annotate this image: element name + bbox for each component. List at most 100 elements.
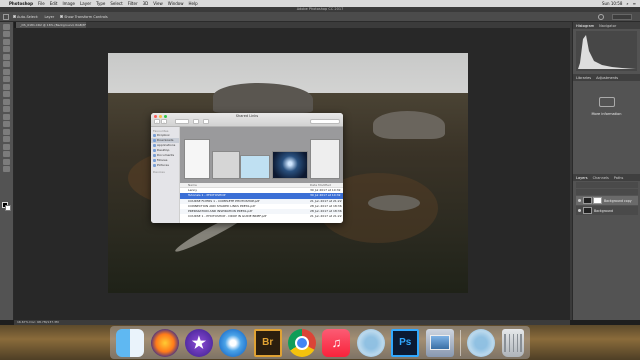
tab-libraries[interactable]: Libraries: [576, 76, 591, 80]
library-icon: [599, 97, 615, 107]
menu-select[interactable]: Select: [110, 1, 122, 6]
workspace-switcher[interactable]: [612, 14, 632, 20]
menu-view[interactable]: View: [153, 1, 163, 6]
thumbnail-selected[interactable]: [272, 151, 308, 179]
desktop-screen: Photoshop File Edit Image Layer Type Sel…: [0, 0, 640, 360]
tab-channels[interactable]: Channels: [593, 176, 609, 180]
app-circle-icon[interactable]: [356, 328, 385, 357]
gradient-tool-icon[interactable]: [3, 106, 10, 112]
move-tool-icon[interactable]: [3, 13, 9, 20]
menu-photoshop[interactable]: Photoshop: [9, 1, 33, 6]
layer-mask-thumbnail[interactable]: [593, 197, 602, 204]
libraries-panel: More information: [573, 81, 640, 141]
right-panels: Histogram Navigator Libraries Adjustment…: [572, 22, 640, 320]
eye-icon[interactable]: [578, 199, 581, 202]
finder-search-input[interactable]: [310, 119, 340, 124]
menu-help[interactable]: Help: [189, 1, 198, 6]
thumbnail-document[interactable]: [184, 139, 210, 179]
imovie-icon[interactable]: ★: [184, 328, 213, 357]
photo-boulder: [368, 195, 420, 211]
options-bar: Auto-Select: Layer Show Transform Contro…: [0, 12, 640, 22]
transform-controls-option[interactable]: Show Transform Controls: [60, 15, 108, 19]
clock[interactable]: Sun 10:58: [602, 1, 622, 6]
tab-paths[interactable]: Paths: [614, 176, 624, 180]
menu-3d[interactable]: 3D: [143, 1, 149, 6]
histogram-graph: [578, 35, 636, 69]
move-tool-icon[interactable]: [3, 23, 10, 30]
zoom-tool-icon[interactable]: [3, 166, 10, 172]
menu-edit[interactable]: Edit: [50, 1, 58, 6]
itunes-icon[interactable]: ♫: [322, 328, 351, 357]
layer-row[interactable]: Background: [576, 206, 638, 215]
back-button[interactable]: ‹: [154, 119, 160, 124]
action-button[interactable]: [203, 119, 209, 124]
clone-stamp-tool-icon[interactable]: [3, 83, 10, 90]
forward-button[interactable]: ›: [161, 119, 167, 124]
photoshop-icon[interactable]: Ps: [391, 328, 420, 357]
auto-select-checkbox[interactable]: [13, 15, 16, 18]
tab-layers[interactable]: Layers: [576, 176, 588, 180]
menu-filter[interactable]: Filter: [128, 1, 138, 6]
menu-list-icon[interactable]: ≡: [633, 1, 636, 6]
menu-file[interactable]: File: [38, 1, 45, 6]
menu-type[interactable]: Type: [96, 1, 105, 6]
brush-tool-icon[interactable]: [3, 76, 10, 82]
auto-select-option[interactable]: Auto-Select:: [13, 15, 38, 19]
firefox-icon[interactable]: [150, 328, 179, 357]
safari-icon[interactable]: [219, 328, 248, 357]
thumbnail-document[interactable]: [310, 139, 340, 179]
library-info-link[interactable]: More information: [573, 112, 640, 116]
trash-icon[interactable]: [501, 328, 524, 357]
tab-adjustments[interactable]: Adjustments: [596, 76, 618, 80]
menu-image[interactable]: Image: [62, 1, 75, 6]
menu-window[interactable]: Window: [168, 1, 184, 6]
menu-layer[interactable]: Layer: [80, 1, 91, 6]
quick-select-tool-icon[interactable]: [3, 46, 10, 52]
auto-select-target[interactable]: Layer: [44, 15, 54, 19]
search-icon[interactable]: [598, 14, 604, 20]
preview-icon[interactable]: [425, 328, 454, 357]
cover-flow-preview[interactable]: [180, 127, 343, 183]
blur-tool-icon[interactable]: [3, 113, 10, 120]
blend-mode-bar[interactable]: [576, 189, 638, 195]
histogram-tabs: Histogram Navigator: [573, 22, 640, 29]
eyedropper-tool-icon[interactable]: [3, 61, 10, 67]
crop-tool-icon[interactable]: [3, 53, 10, 60]
pen-tool-icon[interactable]: [3, 128, 10, 135]
eye-icon[interactable]: [578, 209, 581, 212]
finder-icon[interactable]: [116, 328, 145, 357]
view-mode-buttons[interactable]: [175, 119, 189, 124]
sidebar-item-pictures[interactable]: Pictures: [151, 163, 179, 168]
app-circle-icon[interactable]: [467, 328, 496, 357]
thumbnail-document[interactable]: [240, 155, 270, 179]
path-select-tool-icon[interactable]: [3, 143, 10, 150]
thumbnail-document[interactable]: [212, 151, 240, 179]
histogram-panel: [576, 31, 637, 71]
layer-filter-bar[interactable]: [576, 182, 638, 188]
healing-tool-icon[interactable]: [3, 68, 10, 75]
dock-separator: [459, 329, 461, 356]
eraser-tool-icon[interactable]: [3, 98, 10, 105]
tab-navigator[interactable]: Navigator: [599, 24, 616, 28]
arrange-button[interactable]: [193, 119, 199, 124]
marquee-tool-icon[interactable]: [3, 31, 10, 37]
hand-tool-icon[interactable]: [3, 158, 10, 165]
layers-panel: Layers Channels Paths Background copy Ba…: [573, 174, 640, 320]
file-row[interactable]: COURSE 1 - PHOTOSHOP - DROP IN GUIDE BRI…: [180, 214, 343, 219]
chrome-icon[interactable]: [288, 328, 317, 357]
layer-name: Background: [594, 209, 614, 213]
history-brush-tool-icon[interactable]: [3, 91, 10, 97]
lasso-tool-icon[interactable]: [3, 38, 10, 45]
transform-checkbox[interactable]: [60, 15, 64, 18]
bridge-icon[interactable]: Br: [253, 328, 282, 357]
layer-row[interactable]: Background copy: [576, 196, 638, 205]
dodge-tool-icon[interactable]: [3, 121, 10, 127]
type-tool-icon[interactable]: [3, 136, 10, 142]
finder-window[interactable]: Shared Links ‹ › Favourites Dropbox Down…: [151, 113, 343, 223]
background-color-swatch[interactable]: [5, 205, 11, 211]
tab-histogram[interactable]: Histogram: [576, 24, 594, 28]
finder-sidebar: Favourites Dropbox Downloads Application…: [151, 127, 180, 223]
photo-tor-rocks: [213, 83, 313, 113]
search-icon[interactable]: ⌕: [626, 1, 628, 6]
shape-tool-icon[interactable]: [3, 151, 10, 157]
